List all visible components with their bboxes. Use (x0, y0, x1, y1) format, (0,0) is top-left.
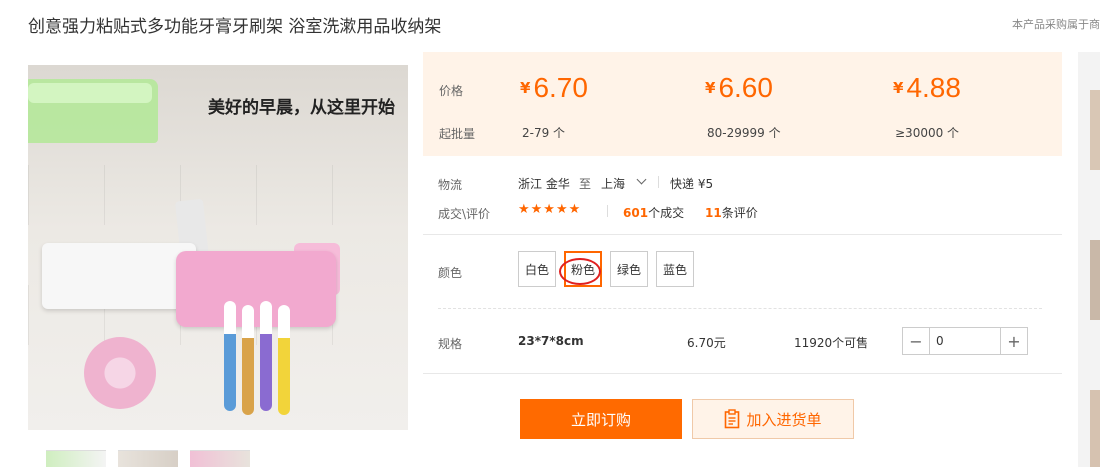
ship-to-select[interactable]: 上海 (601, 175, 625, 192)
toothbrush-graphic (278, 305, 290, 415)
section-divider (423, 373, 1062, 374)
price-value: 4.88 (906, 72, 961, 103)
currency-symbol: ¥ (705, 79, 716, 97)
deals-label: 成交\评价 (438, 207, 491, 221)
price-value: 6.70 (533, 72, 588, 103)
increment-button[interactable]: + (1001, 328, 1027, 354)
procurement-note: 本产品采购属于商 (1012, 18, 1100, 31)
tier-1-qty: 2-79 个 (522, 126, 566, 140)
thumbnail-3[interactable] (190, 450, 250, 467)
deal-count[interactable]: 601个成交 (623, 204, 684, 221)
order-now-button[interactable]: 立即订购 (520, 399, 682, 439)
tier-2-qty: 80-29999 个 (707, 126, 781, 140)
clipboard-icon (724, 409, 740, 429)
price-value: 6.60 (718, 72, 773, 103)
spec-label: 规格 (438, 337, 463, 351)
logistics-label: 物流 (438, 178, 463, 192)
price-tier-1: ¥6.70 (520, 72, 588, 104)
recommendation-thumbnail[interactable] (1090, 390, 1100, 467)
review-count-number: 11 (705, 206, 722, 220)
product-main-image[interactable]: 美好的早晨，从这里开始 (28, 65, 408, 430)
color-label: 颜色 (438, 266, 463, 280)
spec-price: 6.70元 (687, 336, 726, 350)
toothbrush-graphic (242, 305, 254, 415)
divider (658, 176, 659, 188)
deal-count-number: 601 (623, 206, 649, 220)
ship-to-word: 至 (579, 177, 592, 191)
recommendation-thumbnail[interactable] (1090, 90, 1100, 170)
decrement-button[interactable]: − (903, 328, 929, 354)
color-option-green[interactable]: 绿色 (610, 251, 648, 287)
section-divider (423, 234, 1062, 235)
product-title: 创意强力粘贴式多功能牙膏牙刷架 浴室洗漱用品收纳架 (28, 17, 442, 37)
review-count-suffix: 条评价 (721, 206, 758, 220)
chevron-down-icon[interactable] (636, 174, 647, 185)
review-count[interactable]: 11条评价 (705, 204, 758, 221)
thumbnail-2[interactable] (118, 450, 178, 467)
thumbnail-1[interactable] (46, 450, 106, 467)
pink-holder-graphic (176, 251, 336, 327)
ship-from: 浙江 金华 (518, 177, 570, 191)
wall-tiles (28, 165, 408, 225)
thumbnail-strip (46, 450, 250, 467)
price-tier-3: ¥4.88 (893, 72, 961, 104)
recommendation-thumbnail[interactable] (1090, 240, 1100, 320)
color-option-blue[interactable]: 蓝色 (656, 251, 694, 287)
shipping-method: 快递 ¥5 (670, 177, 714, 191)
rating-stars: ★★★★★ (518, 202, 582, 217)
quantity-input[interactable]: 0 (929, 328, 1001, 354)
deal-count-suffix: 个成交 (648, 206, 685, 220)
toothbrush-graphic (260, 301, 272, 411)
spec-stock: 11920个可售 (794, 336, 869, 350)
color-option-white[interactable]: 白色 (518, 251, 556, 287)
moq-label: 起批量 (439, 127, 476, 141)
price-panel: 价格 起批量 ¥6.70 2-79 个 ¥6.60 80-29999 个 ¥4.… (423, 52, 1062, 156)
divider (607, 205, 608, 217)
spec-size: 23*7*8cm (518, 334, 584, 348)
tier-3-qty: ≥30000 个 (895, 126, 960, 140)
price-tier-2: ¥6.60 (705, 72, 773, 104)
image-promo-text: 美好的早晨，从这里开始 (208, 98, 395, 118)
dashed-divider (438, 308, 1042, 309)
quantity-stepper: − 0 + (902, 327, 1028, 355)
add-to-cart-label: 加入进货单 (746, 410, 822, 429)
white-holder-graphic (42, 243, 196, 309)
toothbrush-graphic (224, 301, 236, 411)
currency-symbol: ¥ (520, 79, 531, 97)
green-holder-lid-graphic (28, 83, 152, 103)
currency-symbol: ¥ (893, 79, 904, 97)
highlight-circle-annotation (559, 258, 601, 285)
price-label: 价格 (439, 84, 464, 98)
add-to-cart-button[interactable]: 加入进货单 (692, 399, 854, 439)
flower-sponge-graphic (84, 337, 156, 409)
